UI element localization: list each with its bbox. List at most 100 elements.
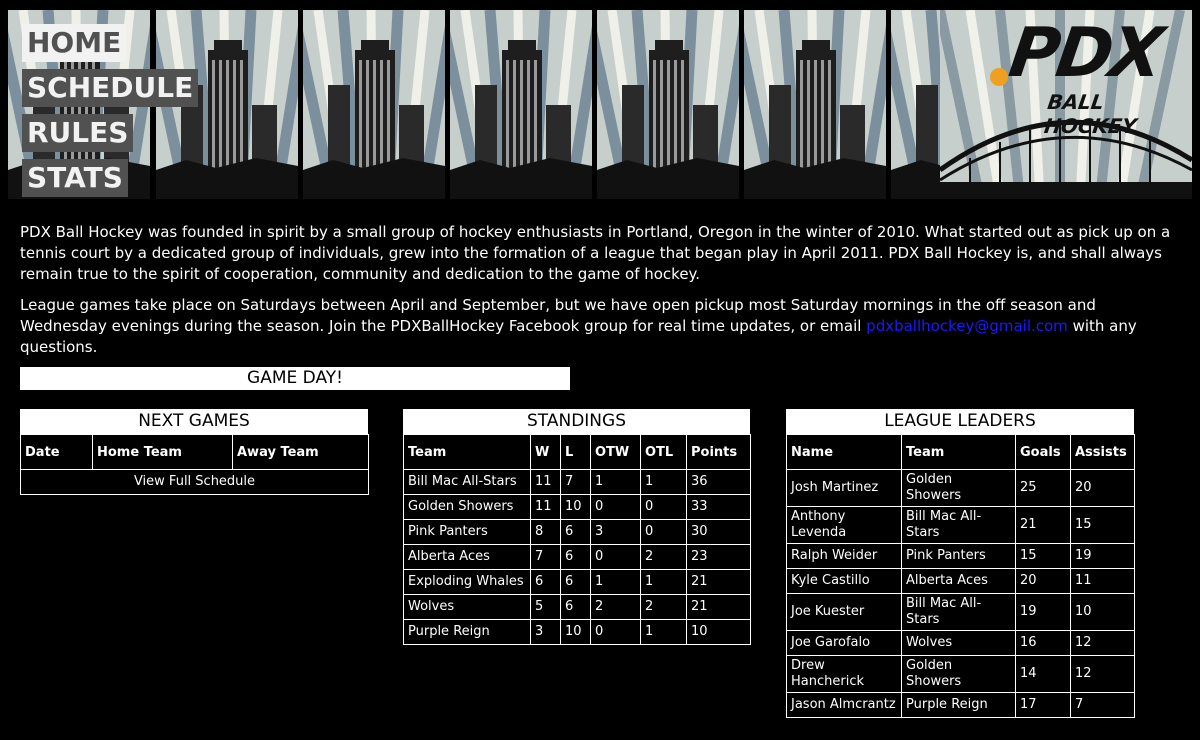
table-cell: 6 (560, 594, 591, 620)
table-cell: Bill Mac All-Stars (403, 469, 531, 495)
table-cell: Joe Garofalo (786, 630, 902, 656)
table-cell: 2 (640, 594, 687, 620)
main-nav: HOME SCHEDULE RULES STATS (22, 24, 199, 204)
table-cell: 6 (560, 544, 591, 570)
column-header: Team (403, 434, 531, 470)
table-cell: 10 (560, 619, 591, 645)
column-header: Date (20, 434, 93, 470)
view-full-schedule-link[interactable]: View Full Schedule (20, 469, 369, 495)
email-link[interactable]: pdxballhockey@gmail.com (866, 317, 1068, 335)
table-cell: 7 (560, 469, 591, 495)
table-cell: 10 (1070, 593, 1135, 631)
table-cell: 20 (1070, 469, 1135, 507)
pdx-ball-hockey-logo[interactable]: PDX BALL HOCKEY (940, 10, 1192, 199)
table-cell: 10 (560, 494, 591, 520)
column-header: OTW (590, 434, 641, 470)
column-header: Team (901, 434, 1016, 470)
table-cell: Alberta Aces (403, 544, 531, 570)
table-cell: 36 (686, 469, 751, 495)
column-header: Home Team (92, 434, 233, 470)
table-cell: 7 (1070, 692, 1135, 718)
table-cell: 1 (590, 569, 641, 595)
table-row: Drew Hancherick Golden Showers 14 12 (786, 655, 1135, 693)
nav-schedule[interactable]: SCHEDULE (22, 69, 199, 107)
column-header: Goals (1015, 434, 1071, 470)
table-cell: 21 (1015, 506, 1071, 544)
table-cell: 12 (1070, 655, 1135, 693)
table-cell: Purple Reign (901, 692, 1016, 718)
banner-cityscape-tile (597, 10, 739, 199)
table-row: Kyle Castillo Alberta Aces 20 11 (786, 568, 1135, 594)
nav-home[interactable]: HOME (22, 24, 127, 62)
intro-paragraph-1: PDX Ball Hockey was founded in spirit by… (20, 223, 1171, 283)
table-cell: 7 (530, 544, 561, 570)
table-row: Jason Almcrantz Purple Reign 17 7 (786, 692, 1135, 718)
table-cell: 23 (686, 544, 751, 570)
table-row: Anthony Levenda Bill Mac All-Stars 21 15 (786, 506, 1135, 544)
nav-stats[interactable]: STATS (22, 159, 128, 197)
table-cell: 16 (1015, 630, 1071, 656)
table-cell: Kyle Castillo (786, 568, 902, 594)
table-cell: 21 (686, 594, 751, 620)
table-cell: 33 (686, 494, 751, 520)
table-cell: 21 (686, 569, 751, 595)
table-cell: 5 (530, 594, 561, 620)
table-cell: Alberta Aces (901, 568, 1016, 594)
table-row: Alberta Aces 7 6 0 2 23 (403, 544, 751, 570)
column-header: L (560, 434, 591, 470)
table-cell: Josh Martinez (786, 469, 902, 507)
view-full-schedule-row: View Full Schedule (20, 469, 369, 495)
table-cell: 2 (640, 544, 687, 570)
table-cell: 0 (590, 544, 641, 570)
table-cell: Ralph Weider (786, 543, 902, 569)
table-cell: Jason Almcrantz (786, 692, 902, 718)
table-cell: Bill Mac All-Stars (901, 506, 1016, 544)
table-cell: 1 (640, 569, 687, 595)
next-games-title: NEXT GAMES (20, 409, 368, 434)
table-cell: 1 (640, 469, 687, 495)
table-cell: Golden Showers (901, 469, 1016, 507)
logo-sub-text: BALL HOCKEY (1042, 90, 1139, 138)
league-leaders-title: LEAGUE LEADERS (786, 409, 1134, 434)
table-cell: 6 (560, 519, 591, 545)
table-header-row: Name Team Goals Assists (786, 434, 1135, 470)
table-row: Purple Reign 3 10 0 1 10 (403, 619, 751, 645)
intro-paragraph-2: League games take place on Saturdays bet… (20, 295, 1185, 358)
league-leaders-panel: LEAGUE LEADERS Name Team Goals Assists J… (786, 409, 1135, 718)
column-header: OTL (640, 434, 687, 470)
table-row: Wolves 5 6 2 2 21 (403, 594, 751, 620)
table-cell: 30 (686, 519, 751, 545)
table-cell: 0 (640, 494, 687, 520)
table-cell: 3 (530, 619, 561, 645)
table-row: Joe Garofalo Wolves 16 12 (786, 630, 1135, 656)
table-row: Ralph Weider Pink Panters 15 19 (786, 543, 1135, 569)
game-day-bar: GAME DAY! (20, 367, 570, 390)
table-cell: Wolves (901, 630, 1016, 656)
column-header: Away Team (232, 434, 369, 470)
table-cell: 11 (530, 469, 561, 495)
table-cell: Purple Reign (403, 619, 531, 645)
table-cell: 6 (530, 569, 561, 595)
table-cell: 0 (590, 619, 641, 645)
banner-cityscape-tile (891, 10, 940, 199)
table-cell: Joe Kuester (786, 593, 902, 631)
table-cell: 3 (590, 519, 641, 545)
table-cell: 2 (590, 594, 641, 620)
table-cell: 15 (1070, 506, 1135, 544)
table-cell: Anthony Levenda (786, 506, 902, 544)
nav-rules[interactable]: RULES (22, 114, 134, 152)
banner-cityscape-tile (450, 10, 592, 199)
table-row: Exploding Whales 6 6 1 1 21 (403, 569, 751, 595)
table-cell: 12 (1070, 630, 1135, 656)
table-row: Pink Panters 8 6 3 0 30 (403, 519, 751, 545)
table-cell: 25 (1015, 469, 1071, 507)
table-cell: Bill Mac All-Stars (901, 593, 1016, 631)
table-cell: 8 (530, 519, 561, 545)
table-cell: Wolves (403, 594, 531, 620)
table-cell: 10 (686, 619, 751, 645)
table-cell: Pink Panters (403, 519, 531, 545)
table-header-row: Team W L OTW OTL Points (403, 434, 751, 470)
column-header: Assists (1070, 434, 1135, 470)
table-cell: 1 (640, 619, 687, 645)
column-header: Points (686, 434, 751, 470)
